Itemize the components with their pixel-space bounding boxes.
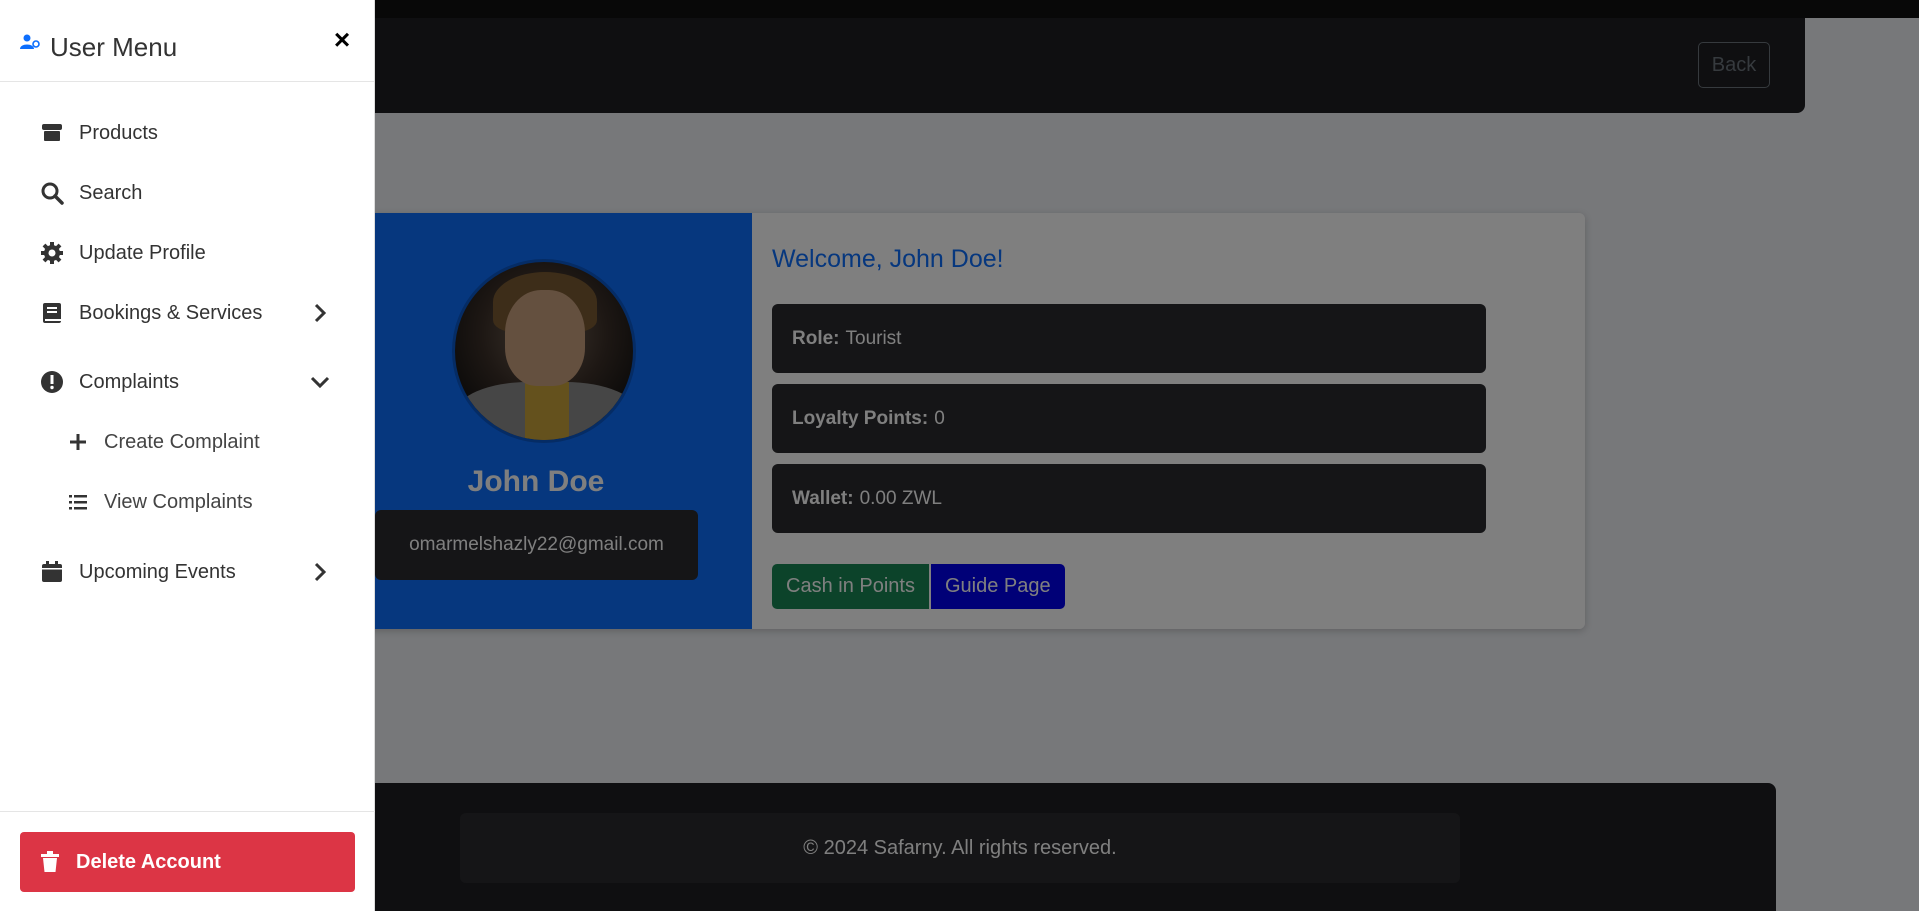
sidebar-title: User Menu bbox=[50, 32, 178, 62]
sidebar-item-products[interactable]: Products bbox=[40, 113, 330, 153]
sidebar-subitem-create-complaint[interactable]: Create Complaint bbox=[68, 422, 260, 462]
sidebar-item-update-profile[interactable]: Update Profile bbox=[40, 233, 330, 273]
delete-account-label: Delete Account bbox=[76, 850, 221, 873]
user-menu-sidebar: User Menu × Products Search Update Profi… bbox=[0, 0, 375, 911]
delete-account-button[interactable]: Delete Account bbox=[20, 832, 355, 892]
sidebar-item-label: Products bbox=[79, 121, 158, 144]
calendar-icon bbox=[42, 561, 62, 582]
chevron-right-icon bbox=[314, 562, 327, 582]
sidebar-subitem-label: View Complaints bbox=[104, 490, 253, 513]
sidebar-footer: Delete Account bbox=[0, 811, 375, 911]
book-icon bbox=[43, 303, 61, 323]
sidebar-item-complaints[interactable]: Complaints bbox=[40, 362, 330, 402]
sidebar-subitem-view-complaints[interactable]: View Complaints bbox=[68, 482, 253, 522]
close-icon[interactable]: × bbox=[328, 26, 356, 54]
chevron-down-icon bbox=[310, 376, 330, 389]
sidebar-item-search[interactable]: Search bbox=[40, 173, 330, 213]
list-icon bbox=[69, 495, 87, 510]
plus-icon bbox=[70, 434, 86, 450]
sidebar-item-bookings-services[interactable]: Bookings & Services bbox=[40, 293, 330, 333]
sidebar-header: User Menu × bbox=[0, 0, 374, 82]
gear-icon bbox=[41, 242, 63, 264]
sidebar-item-label: Upcoming Events bbox=[79, 560, 236, 583]
sidebar-item-label: Search bbox=[79, 181, 143, 204]
chevron-right-icon bbox=[314, 303, 327, 323]
store-icon bbox=[42, 124, 62, 141]
exclamation-circle-icon bbox=[41, 371, 63, 393]
trash-icon bbox=[41, 851, 59, 872]
sidebar-item-label: Complaints bbox=[79, 370, 180, 393]
sidebar-subitem-label: Create Complaint bbox=[104, 430, 260, 453]
sidebar-item-upcoming-events[interactable]: Upcoming Events bbox=[40, 552, 330, 592]
sidebar-item-label: Bookings & Services bbox=[79, 301, 263, 324]
search-icon bbox=[41, 182, 64, 205]
sidebar-item-label: Update Profile bbox=[79, 241, 206, 264]
user-gear-icon bbox=[20, 34, 40, 49]
